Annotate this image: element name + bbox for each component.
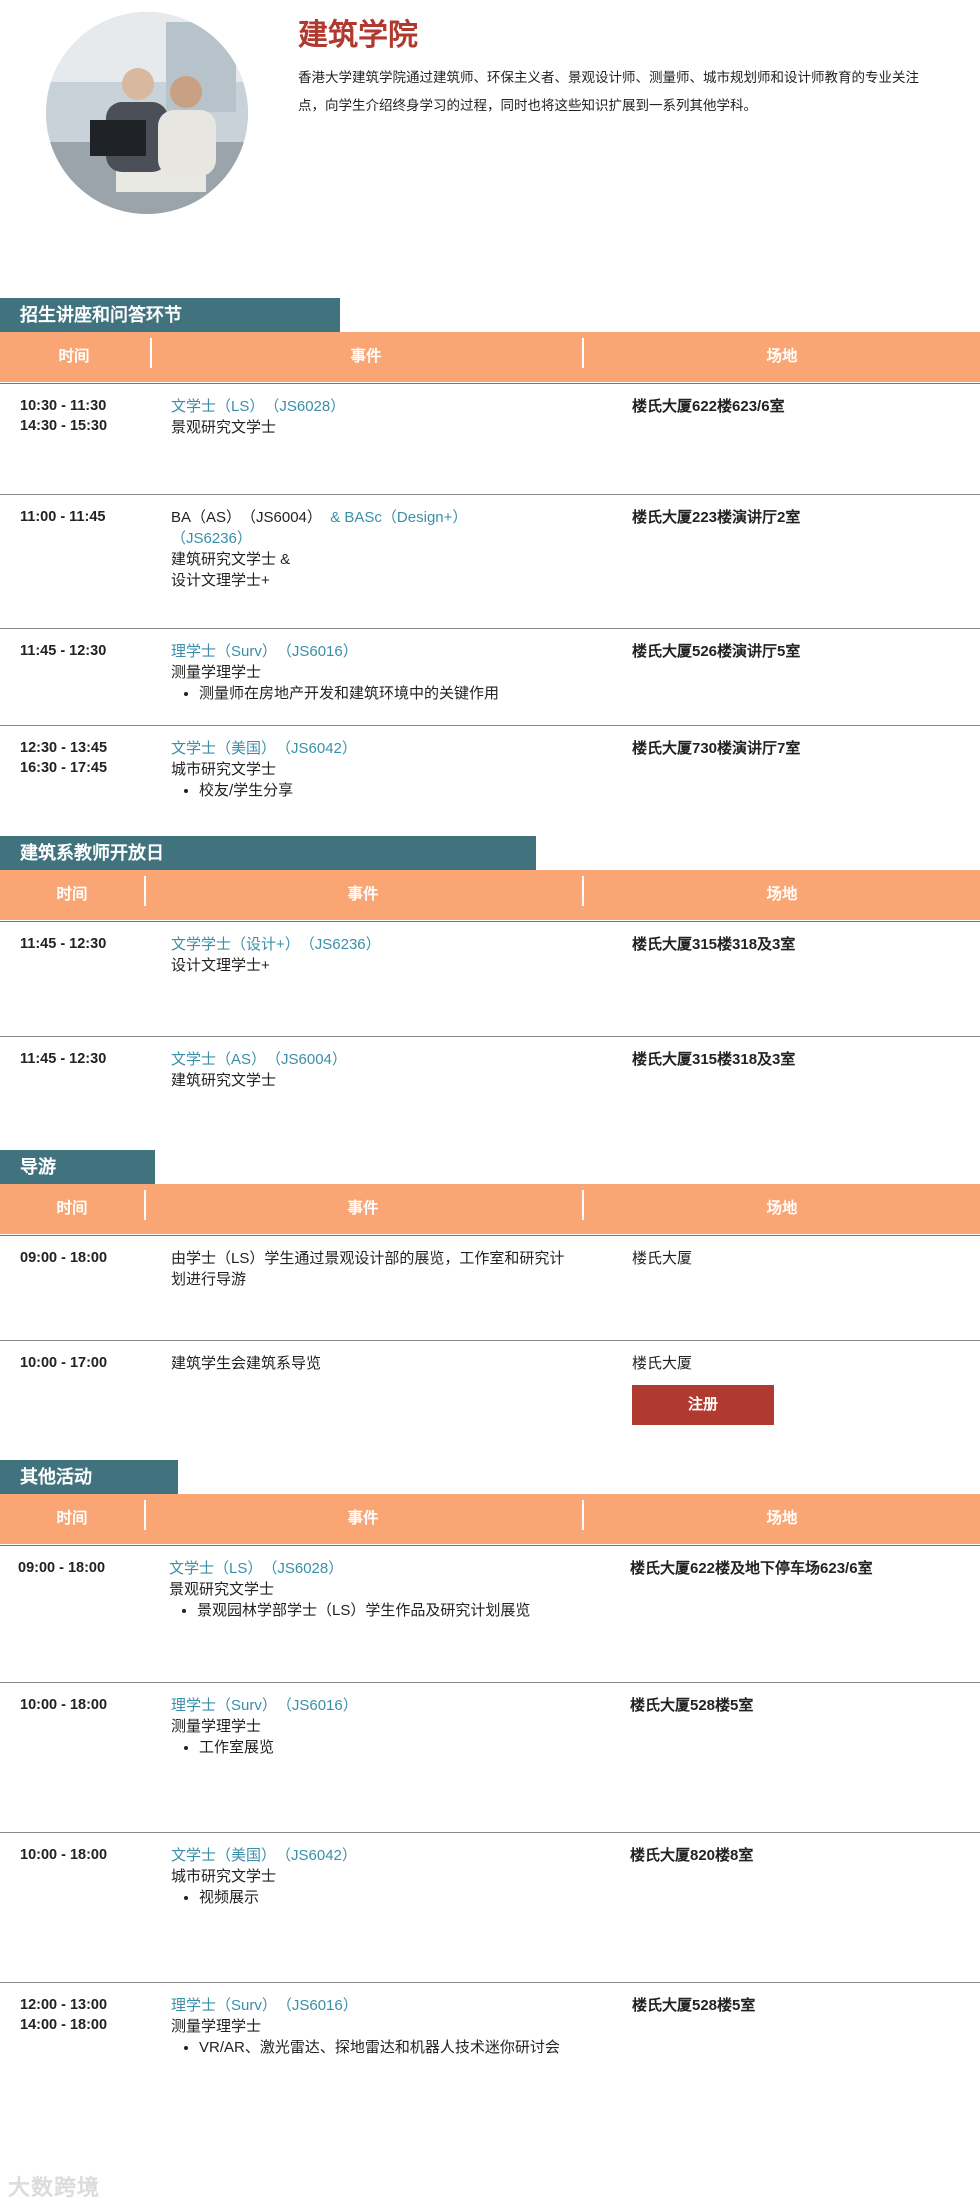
venue: 楼氏大厦 [632,1355,693,1372]
column-header-row: 时间 事件 场地 [0,332,980,382]
table-row: 10:30 - 11:30 14:30 - 15:30 文学士（LS） （JS60… [20,396,785,436]
faculty-description: 香港大学建筑学院通过建筑师、环保主义者、景观设计师、测量师、城市规划师和设计师教… [298,70,919,113]
col-event: 事件 [350,348,382,365]
section-open-day: 建筑系教师开放日 时间 事件 场地 11:45 - 12:30 文学学士（设计+… [0,836,980,1126]
col-venue: 场地 [766,886,798,903]
program-link[interactable]: & BASc（Design+） [330,509,467,526]
table-row: 10:00 - 17:00 建筑学生会建筑系导览 楼氏大厦 注册 [0,1340,980,1452]
column-header-row: 时间 事件 场地 [0,1184,980,1234]
col-venue: 场地 [766,348,798,365]
venue: 楼氏大厦528楼5室 [632,1997,756,2014]
table-row: 11:45 - 12:30 文学士（AS） （JS6004） 建筑研究文学士 楼… [0,1036,980,1126]
col-event: 事件 [347,886,379,903]
program-link[interactable]: 理学士（Surv） （JS6016） [171,641,571,662]
venue: 楼氏大厦622楼及地下停车场623/6室 [630,1560,873,1577]
section-title: 其他活动 [0,1460,178,1494]
section-title: 导游 [0,1150,155,1184]
section-title: 建筑系教师开放日 [0,836,536,870]
table-row: 09:00 - 18:00 文学士（LS） （JS6028） 景观研究文学士 景… [0,1546,980,1682]
col-time: 时间 [56,1200,88,1217]
section-admission-talks: 招生讲座和问答环节 时间 事件 场地 10:30 - 11:30 14:30 - … [0,298,980,833]
faculty-header: 建筑学院 香港大学建筑学院通过建筑师、环保主义者、景观设计师、测量师、城市规划师… [0,0,980,240]
program-link[interactable]: 文学士（美国） （JS6042） [171,738,571,759]
table-row: 09:00 - 18:00 由学士（LS）学生通过景观设计部的展览，工作室和研究… [20,1250,693,1288]
col-time: 时间 [58,348,90,365]
table-row: 10:00 - 18:00 文学士（美国） （JS6042） 城市研究文学士 视… [0,1832,980,1982]
table-row: 12:30 - 13:45 16:30 - 17:45 文学士（美国） （JS60… [0,725,980,833]
faculty-title: 建筑学院 [298,19,418,52]
list-item: VR/AR、激光雷达、探地雷达和机器人技术迷你研讨会 [199,2037,581,2058]
section-other-activities: 其他活动 时间 事件 场地 09:00 - 18:00 文学士（LS） （JS6… [0,1460,980,2122]
col-event: 事件 [347,1200,379,1217]
col-venue: 场地 [766,1510,798,1527]
program-link[interactable]: 文学士（LS） （JS6028） [171,396,571,417]
list-item: 视频展示 [199,1887,571,1908]
section-title: 招生讲座和问答环节 [0,298,340,332]
program-link[interactable]: 文学士（LS） （JS6028） [169,1558,589,1579]
list-item: 校友/学生分享 [199,780,571,801]
list-item: 测量师在房地产开发和建筑环境中的关键作用 [199,683,571,704]
col-time: 时间 [56,886,88,903]
col-venue: 场地 [766,1200,798,1217]
program-link[interactable]: 理学士（Surv） （JS6016） [171,1995,581,2016]
venue: 楼氏大厦528楼5室 [630,1697,754,1714]
venue: 楼氏大厦622楼623/6室 [632,398,785,415]
register-button[interactable]: 注册 [632,1385,774,1425]
table-row: 11:45 - 12:30 理学士（Surv） （JS6016） 测量学理学士 … [0,628,980,725]
faculty-photo [46,12,248,214]
venue: 楼氏大厦315楼318及3室 [632,936,796,953]
venue: 楼氏大厦315楼318及3室 [632,1051,796,1068]
program-link[interactable]: 文学士（美国） （JS6042） [171,1845,571,1866]
table-row: 11:00 - 11:45 BA（AS） （JS6004） & BASc（Des… [0,494,980,628]
col-time: 时间 [56,1510,88,1527]
section-tours: 导游 时间 事件 场地 09:00 - 18:00 由学士（LS）学生通过景观设… [0,1150,980,1452]
list-item: 工作室展览 [199,1737,571,1758]
table-row: 10:00 - 18:00 理学士（Surv） （JS6016） 测量学理学士 … [0,1682,980,1832]
program-link[interactable]: 文学学士（设计+） （JS6236） [171,934,571,955]
venue: 楼氏大厦 [632,1250,693,1267]
program-link[interactable]: 理学士（Surv） （JS6016） [171,1695,571,1716]
column-header-row: 时间 事件 场地 [0,1494,980,1544]
col-event: 事件 [347,1510,379,1527]
venue: 楼氏大厦223楼演讲厅2室 [632,509,801,526]
column-header-row: 时间 事件 场地 [0,870,980,920]
table-row: 12:00 - 13:00 14:00 - 18:00 理学士（Surv） （JS… [0,1982,980,2122]
watermark-logo: 大数跨境 [8,2175,101,2200]
venue: 楼氏大厦820楼8室 [630,1847,754,1864]
venue: 楼氏大厦526楼演讲厅5室 [632,643,801,660]
list-item: 景观园林学部学士（LS）学生作品及研究计划展览 [197,1600,589,1621]
table-row: 11:45 - 12:30 文学学士（设计+） （JS6236） 设计文理学士+… [20,934,796,974]
venue: 楼氏大厦730楼演讲厅7室 [632,740,801,757]
program-link[interactable]: 文学士（AS） （JS6004） [171,1049,571,1070]
